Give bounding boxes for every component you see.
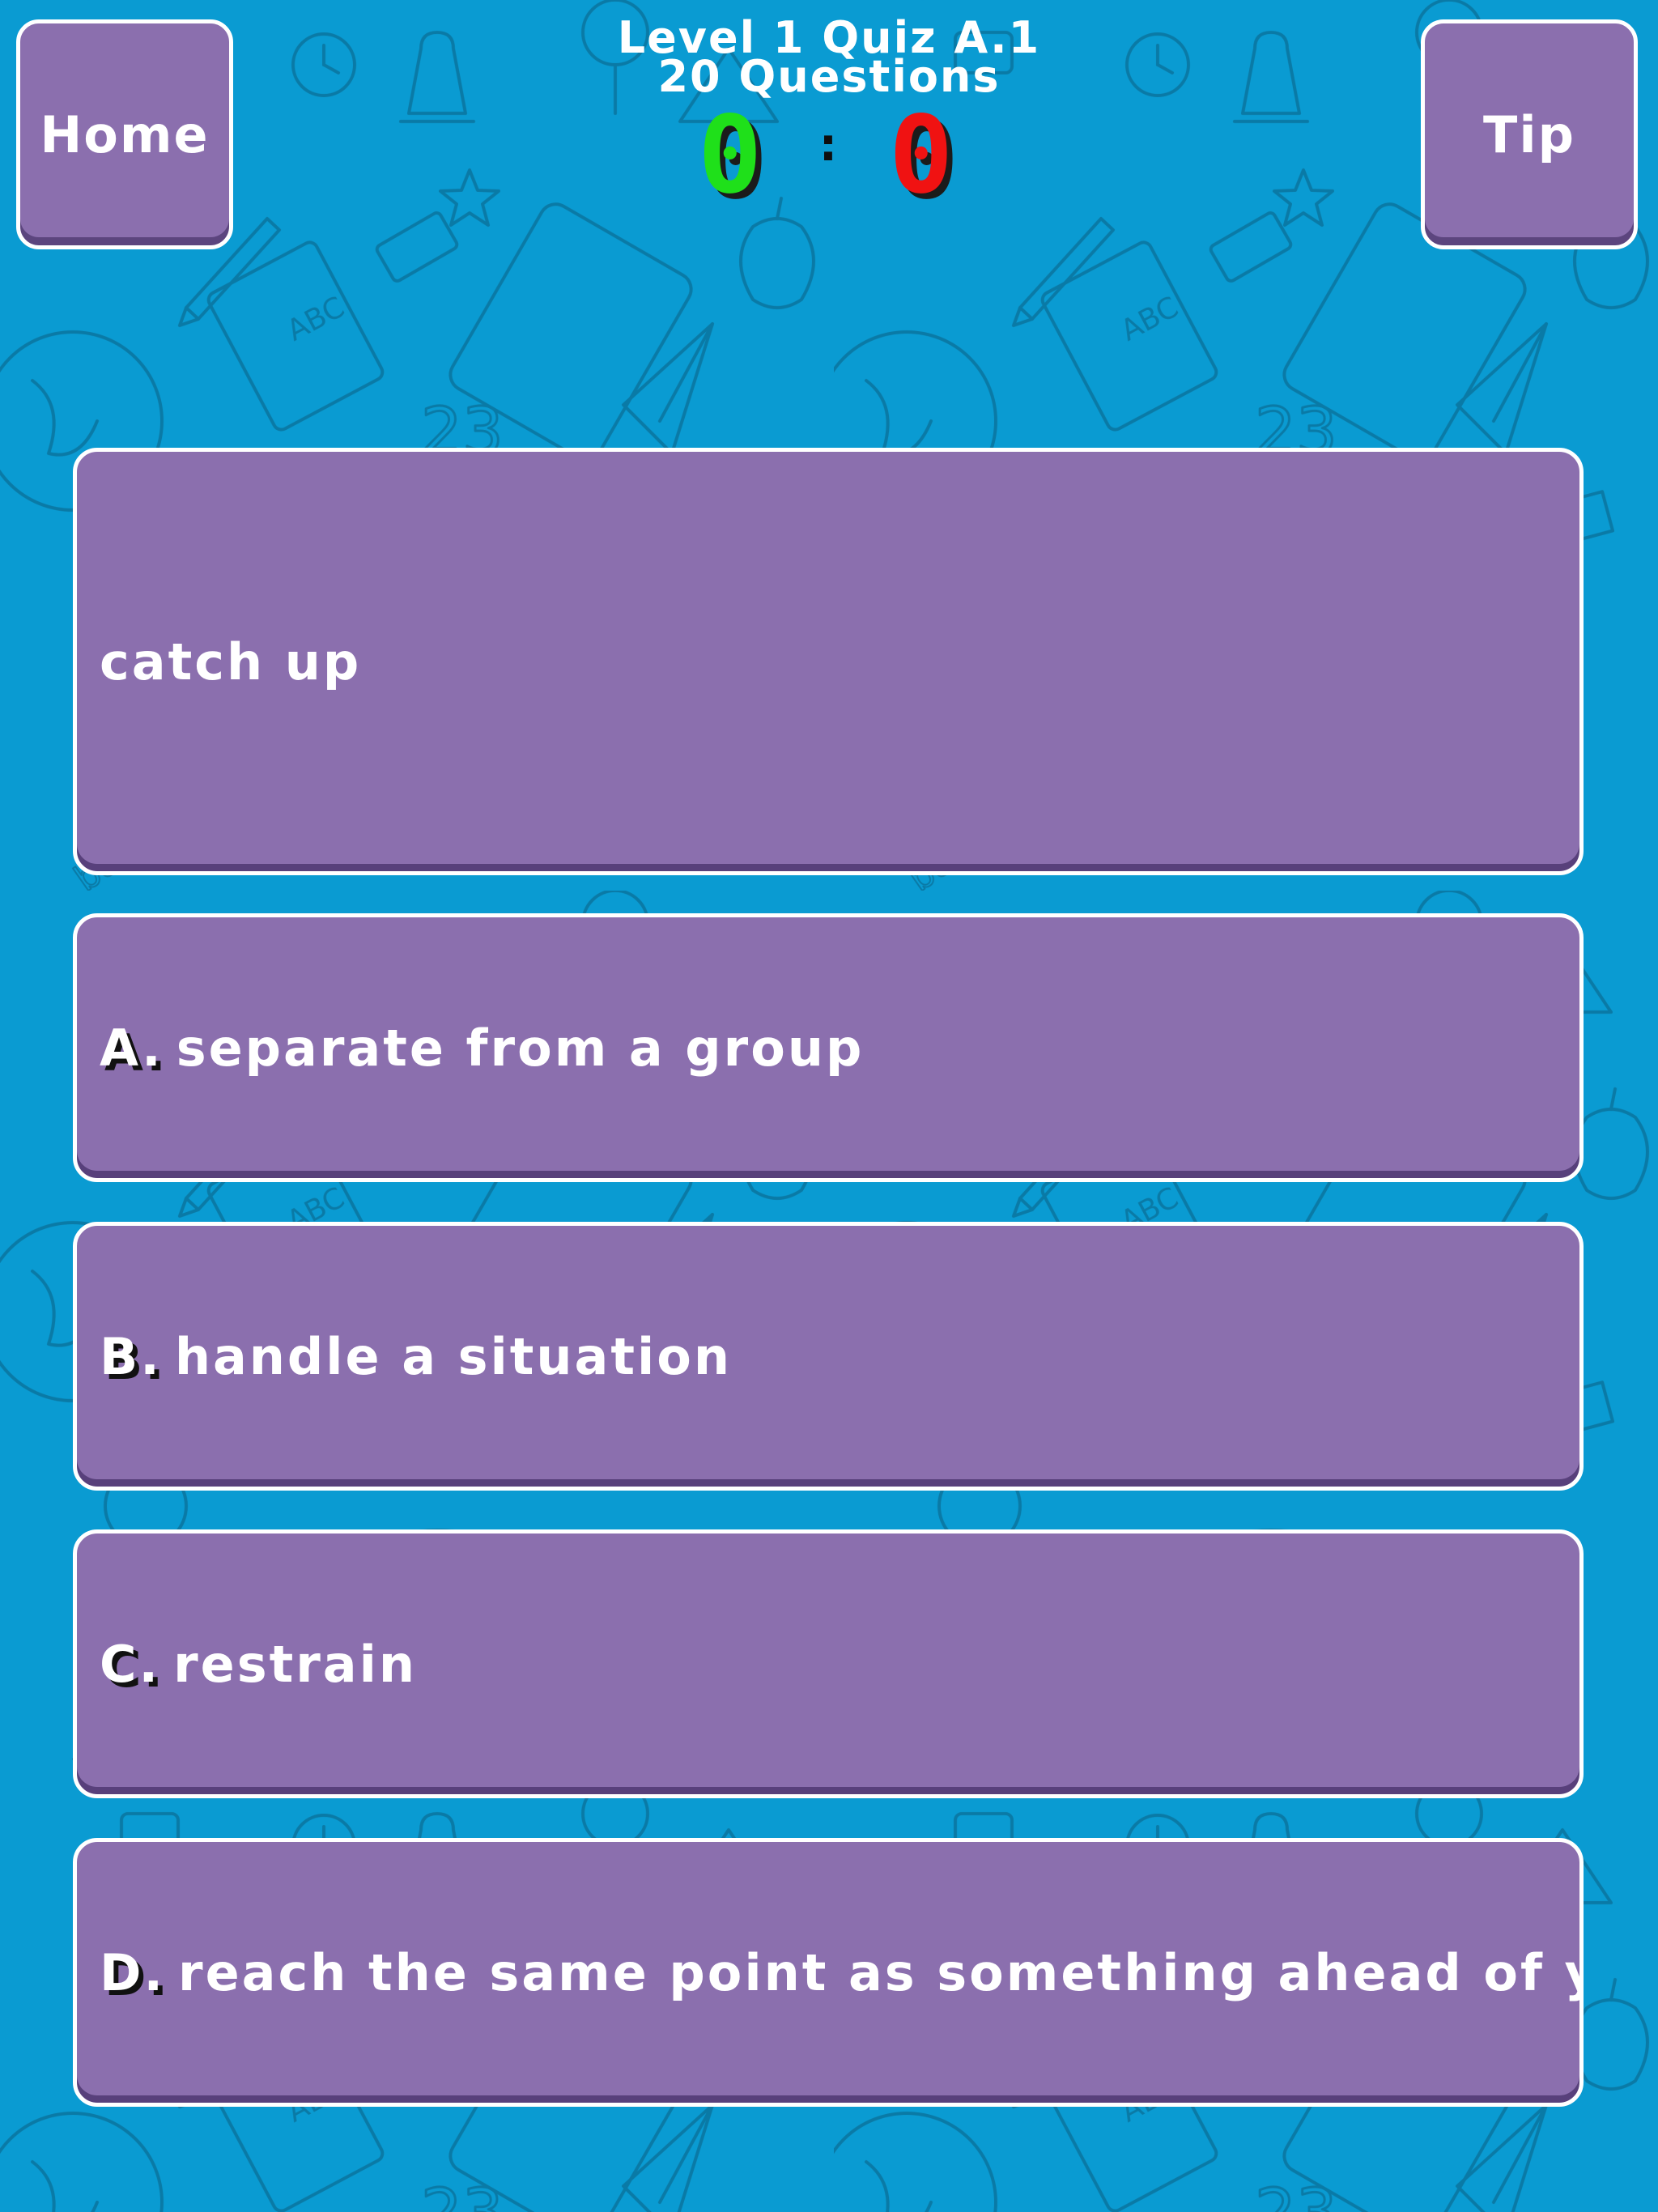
- question-text: catch up: [100, 632, 362, 691]
- answer-option-a[interactable]: A. separate from a group: [73, 913, 1584, 1182]
- question-count: 20 Questions: [657, 51, 1001, 102]
- tip-button-label: Tip: [1483, 104, 1575, 164]
- wrong-score: 0: [889, 93, 954, 218]
- tip-button[interactable]: Tip: [1421, 19, 1638, 249]
- question-card: catch up: [73, 448, 1584, 875]
- answer-text: reach the same point as something ahead …: [178, 1942, 1584, 2002]
- answer-option-c[interactable]: C. restrain: [73, 1529, 1584, 1798]
- answer-text: separate from a group: [176, 1018, 865, 1078]
- score-separator: :: [818, 119, 838, 172]
- answer-option-d[interactable]: D. reach the same point as something ahe…: [73, 1838, 1584, 2107]
- answer-option-b[interactable]: B. handle a situation: [73, 1222, 1584, 1491]
- answer-text: restrain: [173, 1634, 418, 1694]
- answer-letter: C.: [100, 1634, 161, 1694]
- correct-score: 0: [698, 93, 763, 218]
- answer-text: handle a situation: [174, 1326, 733, 1386]
- answer-letter: A.: [100, 1018, 164, 1078]
- answer-letter: D.: [100, 1942, 166, 2002]
- scoreboard: 0 : 0: [0, 93, 1658, 218]
- answer-letter: B.: [100, 1326, 162, 1386]
